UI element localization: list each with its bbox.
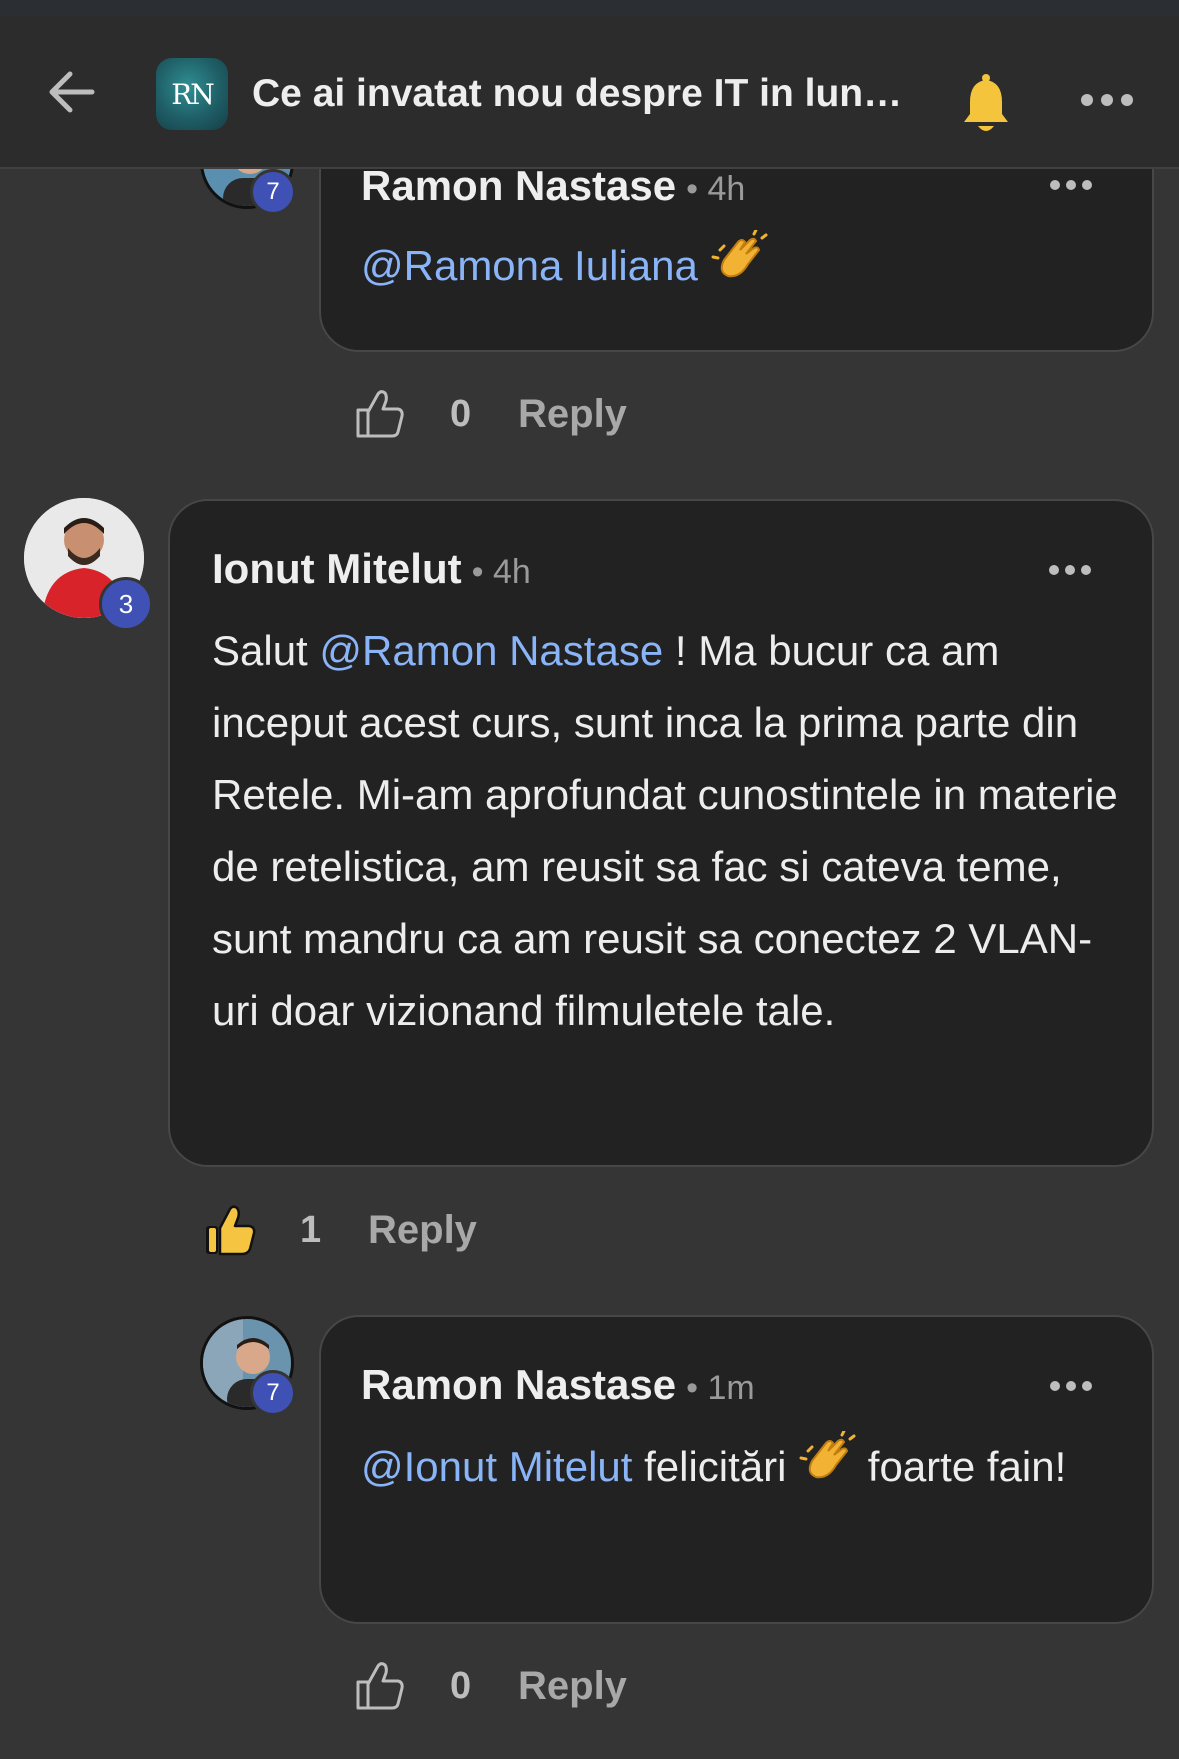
avatar-ramon-nastase[interactable]: 7 — [200, 1316, 296, 1416]
comment-bubble: Ramon Nastase • 1m @Ionut Mitelut felicit… — [319, 1315, 1154, 1624]
comment-text: ! Ma bucur ca am inceput acest curs, sun… — [212, 627, 1118, 1034]
level-badge: 7 — [250, 1370, 296, 1416]
comment-menu-icon[interactable] — [1049, 1379, 1093, 1393]
comment-text: felicitări — [632, 1443, 799, 1490]
mention-link[interactable]: @Ramona Iuliana — [361, 242, 698, 289]
thumbs-up-icon[interactable] — [352, 386, 408, 442]
comment-menu-icon[interactable] — [1048, 563, 1092, 577]
comment-author[interactable]: Ramon Nastase • 1m — [361, 1361, 755, 1409]
author-name[interactable]: Ramon Nastase — [361, 1361, 676, 1408]
comment-actions: 1 Reply — [202, 1200, 477, 1260]
level-badge: 3 — [99, 577, 153, 631]
arrow-left-icon[interactable] — [44, 64, 100, 120]
like-count: 0 — [450, 1664, 472, 1707]
header-bar: RN Ce ai invatat nou despre IT in luna… — [0, 16, 1179, 169]
comment-bubble: Ionut Mitelut • 4h Salut @Ramon Nastase !… — [168, 499, 1154, 1167]
comment-text-tail: foarte fain! — [856, 1443, 1067, 1490]
comment-actions: 0 Reply — [352, 1656, 627, 1716]
comment-author[interactable]: Ramon Nastase • 4h — [361, 162, 745, 210]
bell-icon[interactable] — [960, 72, 1012, 136]
comment-time: • 4h — [471, 553, 531, 591]
reply-button[interactable]: Reply — [518, 392, 627, 437]
author-name[interactable]: Ionut Mitelut — [212, 545, 462, 592]
clapping-hands-icon — [799, 1431, 856, 1479]
reply-button[interactable]: Reply — [368, 1208, 477, 1253]
comment-author[interactable]: Ionut Mitelut • 4h — [212, 545, 531, 593]
comment-time: • 4h — [686, 170, 746, 208]
comment-text-before: Salut — [212, 627, 320, 674]
comment-menu-icon[interactable] — [1049, 178, 1093, 192]
app-root: 7 Ramon Nastase • 4h @Ramona Iuliana 0 R… — [0, 0, 1179, 1759]
more-horizontal-icon[interactable] — [1080, 88, 1134, 112]
comment-body: @Ramona Iuliana — [361, 230, 1121, 302]
page-title: Ce ai invatat nou despre IT in luna… — [252, 72, 904, 115]
reply-button[interactable]: Reply — [518, 1664, 627, 1709]
avatar-ionut-mitelut[interactable]: 3 — [24, 498, 153, 631]
thumbs-up-icon[interactable] — [352, 1658, 408, 1714]
like-count: 1 — [300, 1208, 322, 1251]
thumbs-up-filled-icon[interactable] — [202, 1202, 258, 1258]
clapping-hands-icon — [711, 230, 767, 278]
group-logo[interactable]: RN — [156, 58, 228, 130]
like-count: 0 — [450, 392, 472, 435]
comment-thread: 7 Ramon Nastase • 4h @Ramona Iuliana 0 R… — [0, 0, 1179, 1759]
comment-body: @Ionut Mitelut felicitări foarte fain! — [361, 1431, 1121, 1503]
author-name[interactable]: Ramon Nastase — [361, 162, 676, 209]
comment-body: Salut @Ramon Nastase ! Ma bucur ca am in… — [212, 615, 1124, 1047]
level-badge: 7 — [250, 169, 296, 215]
mention-link[interactable]: @Ramon Nastase — [319, 627, 663, 674]
comment-actions: 0 Reply — [352, 384, 627, 444]
comment-time: • 1m — [686, 1369, 755, 1407]
mention-link[interactable]: @Ionut Mitelut — [361, 1443, 632, 1490]
